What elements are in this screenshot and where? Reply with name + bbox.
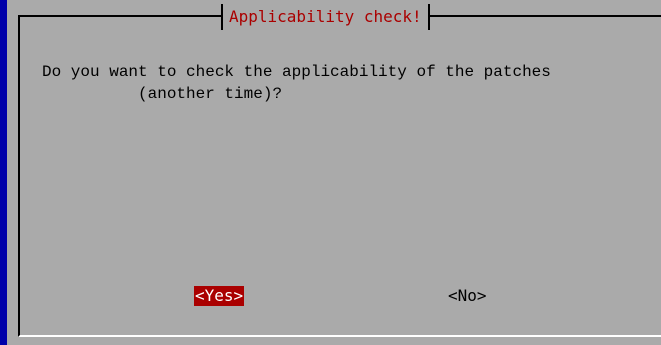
dialog-title: Applicability check! [221, 4, 430, 30]
dialog-message-line-1: Do you want to check the applicability o… [42, 63, 551, 81]
dialog-message: Do you want to check the applicability o… [42, 61, 551, 105]
dialog-window: Applicability check! Do you want to chec… [7, 0, 661, 345]
dialog-message-line-2: (another time)? [42, 85, 283, 103]
yes-button[interactable]: <Yes> [194, 286, 245, 306]
no-button[interactable]: <No> [447, 286, 488, 306]
